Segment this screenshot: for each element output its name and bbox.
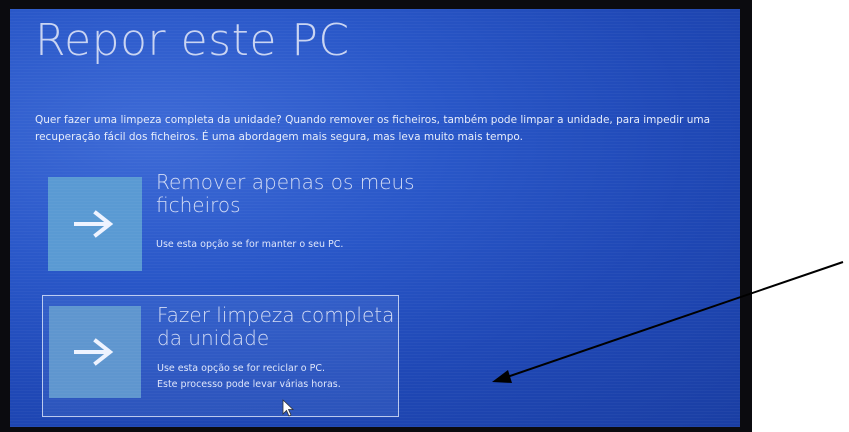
option-title: Fazer limpeza completa da unidade bbox=[157, 303, 395, 350]
photo: Repor este PC Quer fazer uma limpeza com… bbox=[0, 0, 849, 432]
remove-files-only-option[interactable]: Remover apenas os meus ficheiros Use est… bbox=[42, 171, 415, 271]
right-arrow-icon bbox=[74, 338, 114, 366]
page-title: Repor este PC bbox=[35, 15, 350, 66]
option-description: Use esta opção se for manter o seu PC. bbox=[156, 239, 344, 250]
option-description-line-2: Este processo pode levar várias horas. bbox=[157, 379, 341, 390]
option-tile bbox=[48, 177, 142, 271]
reset-pc-screen: Repor este PC Quer fazer uma limpeza com… bbox=[10, 9, 740, 427]
option-title: Remover apenas os meus ficheiros bbox=[156, 170, 415, 217]
monitor-bezel: Repor este PC Quer fazer uma limpeza com… bbox=[0, 0, 752, 432]
option-tile bbox=[49, 306, 141, 398]
full-drive-clean-option[interactable]: Fazer limpeza completa da unidade Use es… bbox=[42, 295, 399, 417]
right-arrow-icon bbox=[74, 210, 114, 238]
page-description: Quer fazer uma limpeza completa da unida… bbox=[35, 114, 711, 143]
option-description-line-1: Use esta opção se for reciclar o PC. bbox=[157, 363, 325, 374]
mouse-pointer-icon bbox=[282, 399, 294, 417]
